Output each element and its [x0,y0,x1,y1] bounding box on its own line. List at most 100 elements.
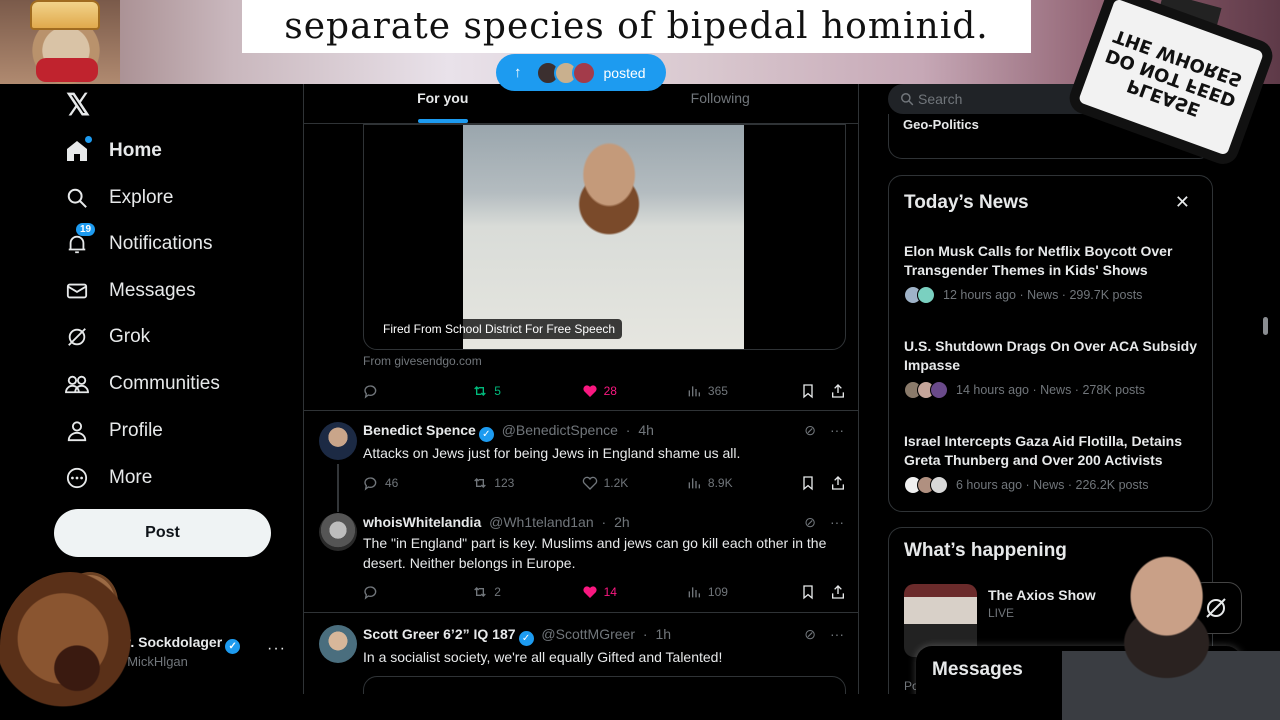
reply-button[interactable]: 46 [363,475,472,491]
video-thumbnail[interactable] [463,125,744,349]
author-name[interactable]: Scott Greer 6’2” IQ 187 [363,626,516,642]
repost-button[interactable]: 123 [472,475,581,491]
share-button[interactable] [830,383,846,399]
news-item[interactable]: Elon Musk Calls for Netflix Boycott Over… [904,242,1204,304]
repost-count: 123 [494,476,515,490]
nav-profile[interactable]: Profile [64,411,163,451]
tweet-header: Scott Greer 6’2” IQ 187 ✓ @ScottMGreer · … [363,626,671,646]
search-icon [901,93,914,106]
news-meta-text: 14 hours ago · News · 278K posts [956,383,1145,397]
todays-news-panel: Today’s News ✕ Elon Musk Calls for Netfl… [888,175,1213,512]
mail-icon [64,278,90,304]
repost-button[interactable]: 2 [472,584,581,600]
reply-button[interactable] [363,383,472,399]
avatar-stack [904,381,948,399]
avatar[interactable] [319,625,357,663]
tweet-tools: ⊘ ··· [804,422,844,439]
views-button[interactable]: 8.9K [686,475,800,491]
more-icon[interactable]: ··· [830,626,844,643]
panel-title: What’s happening [904,540,1067,561]
timeline: For you Following Fired From School Dist… [303,84,859,720]
new-posts-pill[interactable]: ↑ posted [496,54,666,91]
thread-line [337,464,339,512]
avatar[interactable] [319,513,357,551]
news-headline: U.S. Shutdown Drags On Over ACA Subsidy … [904,338,1197,373]
bookmark-button[interactable] [800,584,830,600]
timestamp[interactable]: 1h [655,626,671,642]
timestamp[interactable]: 4h [638,422,654,438]
news-item[interactable]: Israel Intercepts Gaza Aid Flotilla, Det… [904,432,1204,494]
views-icon [688,478,700,489]
live-status: LIVE [988,606,1015,620]
news-meta-text: 12 hours ago · News · 299.7K posts [943,288,1143,302]
bookmark-button[interactable] [800,383,830,399]
repost-icon [474,478,487,488]
close-icon[interactable]: ✕ [1175,192,1190,213]
like-button[interactable]: 28 [582,383,686,399]
nav-explore[interactable]: Explore [64,178,173,218]
more-icon[interactable]: ··· [830,514,844,531]
divider [304,410,858,411]
repost-icon [474,587,487,597]
more-icon[interactable]: ··· [830,422,844,439]
people-icon [64,371,90,397]
author-handle[interactable]: @ScottMGreer [541,626,635,642]
nav-notifications[interactable]: 19 Notifications [64,223,213,264]
tweet-text: Attacks on Jews just for being Jews in E… [363,445,741,461]
share-button[interactable] [830,475,846,491]
author-name[interactable]: whoisWhitelandia [363,514,481,530]
like-button[interactable]: 14 [582,584,686,600]
scrollbar-thumb[interactable] [1263,317,1268,335]
nav-home[interactable]: Home [64,131,162,171]
reply-count: 46 [385,476,399,490]
tweet-tools: ⊘ ··· [804,514,844,531]
like-count: 14 [603,585,617,599]
repost-button[interactable]: 5 [472,383,581,399]
grok-icon[interactable]: ⊘ [804,626,816,643]
views-button[interactable]: 109 [686,584,800,600]
verified-icon: ✓ [518,631,534,646]
repost-icon [474,386,487,396]
search-icon [64,185,90,211]
like-button[interactable]: 1.2K [582,475,686,491]
video-card[interactable]: Fired From School District For Free Spee… [363,124,846,350]
messages-drawer-title: Messages [932,659,1023,680]
nav-communities[interactable]: Communities [64,364,220,404]
news-headline: Elon Musk Calls for Netflix Boycott Over… [904,243,1173,278]
repost-count: 5 [494,384,501,398]
nav-messages[interactable]: Messages [64,271,196,311]
share-icon [832,476,844,490]
divider [304,612,858,613]
avatar[interactable] [319,422,357,460]
more-circle-icon [64,465,90,491]
verified-icon: ✓ [225,639,241,654]
post-actions: 2 14 109 [363,582,846,602]
nav-more[interactable]: More [64,458,152,498]
tweet-header: whoisWhitelandia @Wh1teland1an · 2h [363,514,630,530]
nav-grok-label: Grok [109,326,151,347]
author-handle[interactable]: @Wh1teland1an [489,514,594,530]
grok-icon [64,324,90,350]
view-count: 365 [707,384,728,398]
post-actions: 5 28 365 [363,381,846,401]
post-button[interactable]: Post [54,509,271,557]
news-item[interactable]: U.S. Shutdown Drags On Over ACA Subsidy … [904,337,1204,399]
like-count: 28 [603,384,617,398]
timestamp[interactable]: 2h [614,514,630,530]
views-button[interactable]: 365 [686,383,800,399]
news-meta: 12 hours ago · News · 299.7K posts [904,286,1204,304]
nav-grok[interactable]: Grok [64,317,150,357]
author-handle[interactable]: @BenedictSpence [502,422,618,438]
trend-label: Geo-Politics [903,117,979,132]
x-logo-icon[interactable]: 𝕏 [66,88,90,123]
card-source-link[interactable]: From givesendgo.com [363,354,482,368]
grok-icon[interactable]: ⊘ [804,514,816,531]
views-icon [688,587,700,598]
grok-icon[interactable]: ⊘ [804,422,816,439]
author-name[interactable]: Benedict Spence [363,422,476,438]
account-menu-button[interactable]: ··· [267,640,286,658]
bookmark-button[interactable] [800,475,830,491]
share-button[interactable] [830,584,846,600]
reply-button[interactable] [363,584,472,600]
verified-icon: ✓ [478,427,494,442]
